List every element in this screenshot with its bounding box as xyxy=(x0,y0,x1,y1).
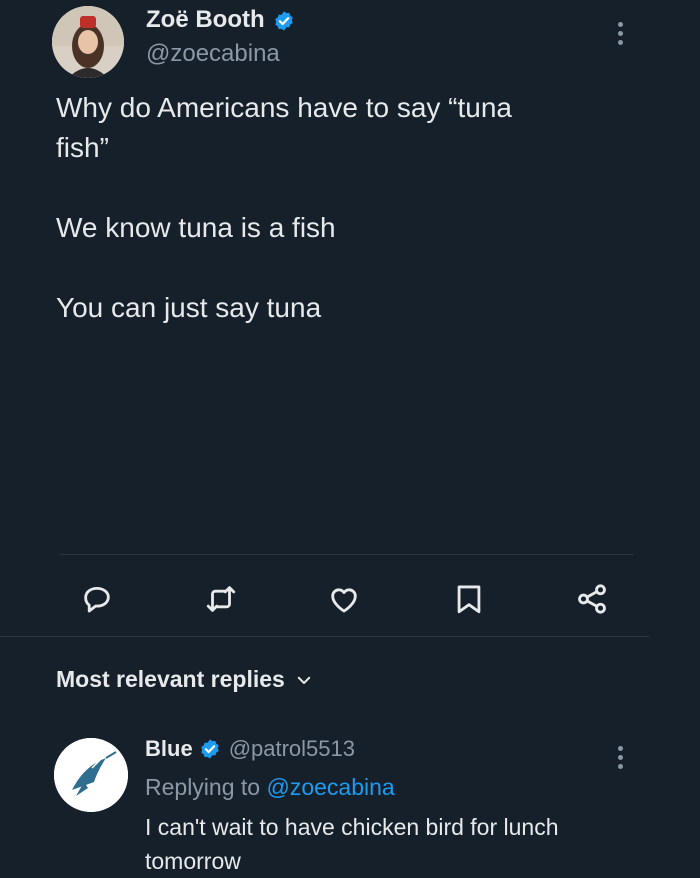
reply-text-line: I can't wait to have chicken bird for lu… xyxy=(145,814,559,840)
reply-author-name[interactable]: Blue xyxy=(145,736,193,762)
divider xyxy=(60,554,634,555)
replies-sort-dropdown[interactable]: Most relevant replies xyxy=(56,666,313,693)
marlin-logo-icon xyxy=(54,738,128,812)
verified-badge-icon xyxy=(275,11,293,31)
tweet-text-line: fish” xyxy=(56,132,109,163)
author-avatar[interactable] xyxy=(52,6,124,78)
more-options-icon[interactable] xyxy=(618,18,623,49)
replying-to-handle-link[interactable]: @zoecabina xyxy=(266,774,394,800)
bookmark-button[interactable] xyxy=(452,582,486,616)
reply-more-options-icon[interactable] xyxy=(618,742,623,773)
replying-to-line: Replying to @zoecabina xyxy=(145,774,395,801)
share-button[interactable] xyxy=(575,582,609,616)
like-button[interactable] xyxy=(327,582,361,616)
share-icon xyxy=(578,584,606,614)
divider xyxy=(0,636,650,637)
chevron-down-icon xyxy=(297,676,311,684)
reply-author-row: Blue @patrol5513 xyxy=(145,736,355,762)
replying-to-prefix: Replying to xyxy=(145,774,267,800)
reply-icon xyxy=(84,586,110,613)
reply-author-avatar[interactable] xyxy=(54,738,128,812)
bookmark-icon xyxy=(457,585,481,614)
replies-sort-label: Most relevant replies xyxy=(56,666,285,692)
author-handle[interactable]: @zoecabina xyxy=(146,40,280,68)
reply-author-handle[interactable]: @patrol5513 xyxy=(229,736,355,762)
tweet-text-line: Why do Americans have to say “tuna xyxy=(56,92,512,123)
tweet-text-line: You can just say tuna xyxy=(56,292,322,323)
avatar-image xyxy=(52,6,124,78)
author-name-row: Zoë Booth xyxy=(146,6,295,34)
reply-button[interactable] xyxy=(80,582,114,616)
tweet-text-line: We know tuna is a fish xyxy=(56,212,336,243)
verified-badge-icon xyxy=(200,739,219,759)
like-icon xyxy=(331,588,357,613)
author-name[interactable]: Zoë Booth xyxy=(146,6,265,33)
retweet-icon xyxy=(206,586,236,612)
retweet-button[interactable] xyxy=(204,582,238,616)
